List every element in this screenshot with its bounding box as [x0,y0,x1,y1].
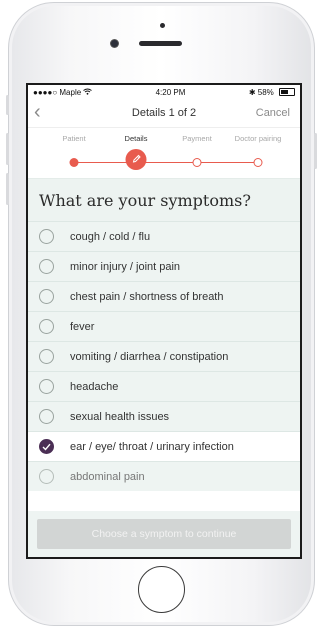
wifi-icon [83,88,92,97]
symptom-label: headache [70,380,119,393]
front-camera [111,40,118,47]
battery-percent: 58% [257,87,274,97]
radio-button[interactable] [39,469,54,484]
radio-button-checked[interactable] [39,439,54,454]
symptom-label: ear / eye/ throat / urinary infection [70,440,234,453]
symptom-option[interactable]: headache [28,371,300,401]
footer-bar: Choose a symptom to continue [28,511,300,557]
power-button [314,133,317,169]
symptom-option-selected[interactable]: ear / eye/ throat / urinary infection [28,431,300,461]
checkmark-icon [42,438,51,456]
symptom-option[interactable]: cough / cold / flu [28,221,300,251]
symptom-label: minor injury / joint pain [70,260,181,273]
symptom-label: fever [70,320,95,333]
radio-button[interactable] [39,289,54,304]
mute-switch [6,95,9,115]
symptom-label: vomiting / diarrhea / constipation [70,350,229,363]
continue-button[interactable]: Choose a symptom to continue [37,519,291,549]
step-dot-doctor-pairing [253,158,263,167]
radio-button[interactable] [39,349,54,364]
stepper-line [74,162,258,163]
navigation-bar: ‹ Details 1 of 2 Cancel [28,99,300,127]
symptom-label: sexual health issues [70,410,170,423]
symptom-option[interactable]: vomiting / diarrhea / constipation [28,341,300,371]
volume-up-button [6,133,9,165]
symptom-list: cough / cold / flu minor injury / joint … [28,221,300,491]
symptom-label: chest pain / shortness of breath [70,290,224,303]
volume-down-button [6,173,9,205]
step-label-details: Details [124,134,148,143]
symptom-option[interactable]: abdominal pain [28,461,300,491]
step-label-payment: Payment [182,134,212,143]
app-screen: ●●●●○ Maple 4:20 PM ✱ 58% ‹ Details 1 of… [26,83,302,559]
radio-button[interactable] [39,409,54,424]
radio-button[interactable] [39,229,54,244]
pencil-icon [131,151,141,169]
step-label-patient: Patient [62,134,86,143]
proximity-sensor [160,23,165,28]
symptom-label: cough / cold / flu [70,230,151,243]
step-dot-patient [69,158,79,167]
status-bar: ●●●●○ Maple 4:20 PM ✱ 58% [28,85,300,99]
symptom-option[interactable]: chest pain / shortness of breath [28,281,300,311]
home-button[interactable] [138,566,185,613]
bluetooth-icon: ✱ [248,87,256,97]
step-dot-payment [192,158,202,167]
carrier-signal: ●●●●○ Maple [33,88,92,97]
radio-button[interactable] [39,259,54,274]
chevron-left-icon[interactable]: ‹ [34,102,41,122]
symptom-option[interactable]: minor injury / joint pain [28,251,300,281]
status-time: 4:20 PM [155,87,186,97]
step-dot-details [125,149,147,170]
battery-icon [279,88,295,97]
earpiece-speaker [139,41,182,46]
battery-status: ✱ 58% [249,88,295,97]
radio-button[interactable] [39,379,54,394]
radio-button[interactable] [39,319,54,334]
step-label-doctor-pairing: Doctor pairing [234,134,282,143]
page-title: Details 1 of 2 [131,107,197,119]
symptom-option[interactable]: fever [28,311,300,341]
carrier-label: ●●●●○ Maple [33,87,82,97]
cancel-button[interactable]: Cancel [256,107,290,119]
symptom-option[interactable]: sexual health issues [28,401,300,431]
symptom-label: abdominal pain [70,470,145,483]
progress-stepper: Patient Details Payment Doctor pairing [28,127,300,178]
question-heading: What are your symptoms? [28,178,300,221]
